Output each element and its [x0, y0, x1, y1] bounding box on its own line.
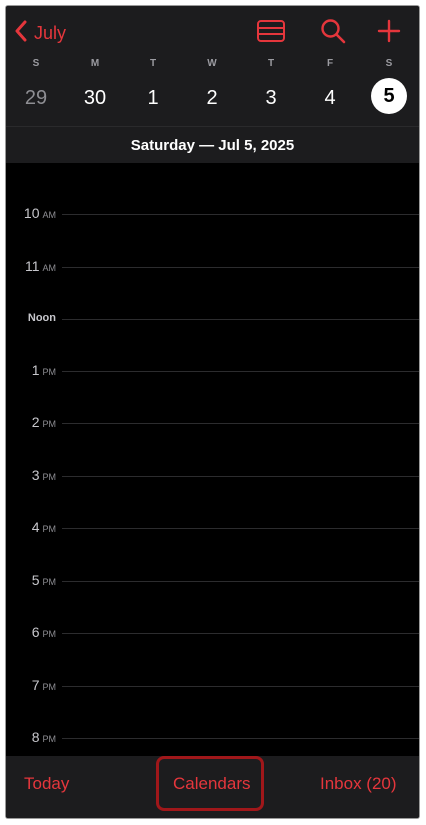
list-view-icon — [256, 19, 286, 48]
hour-row: 3 PM — [6, 467, 419, 487]
hour-row: 7 PM — [6, 677, 419, 697]
hour-label: 3 PM — [31, 467, 56, 483]
weekday-label: T — [149, 58, 157, 69]
hour-label: 7 PM — [31, 677, 56, 693]
inbox-button[interactable]: Inbox (20) — [320, 774, 397, 794]
hour-row: 4 PM — [6, 519, 419, 539]
hour-divider — [62, 371, 419, 372]
hour-divider — [62, 423, 419, 424]
hour-divider — [62, 528, 419, 529]
hour-label: 4 PM — [31, 519, 56, 535]
weekday-label: T — [267, 58, 275, 69]
weekday-label: S — [32, 58, 40, 69]
bottom-toolbar: Today Calendars Inbox (20) — [6, 756, 419, 818]
day-29[interactable]: 29 — [16, 78, 56, 118]
hour-label: 10 AM — [23, 205, 56, 221]
hour-divider — [62, 738, 419, 739]
hour-row: 5 PM — [6, 572, 419, 592]
weekday-label: S — [385, 58, 393, 69]
noon-label: Noon — [27, 312, 56, 324]
today-button[interactable]: Today — [24, 774, 69, 794]
hour-divider — [62, 633, 419, 634]
weekday-label: M — [90, 58, 100, 69]
weekday-label: F — [326, 58, 334, 69]
back-button-label: July — [34, 22, 67, 43]
day-30[interactable]: 30 — [75, 78, 115, 118]
hour-divider — [62, 476, 419, 477]
calendars-button[interactable]: Calendars — [173, 774, 251, 794]
plus-icon — [377, 19, 401, 48]
calendar-app-window: July S M T W T F S 29 30 1 2 3 4 5 Satur… — [6, 6, 419, 818]
chevron-left-icon — [14, 20, 28, 47]
weekday-label: W — [207, 58, 217, 69]
hour-row: 1 PM — [6, 362, 419, 382]
day-3[interactable]: 3 — [251, 78, 291, 118]
hour-label: 8 PM — [31, 729, 56, 745]
search-icon — [320, 18, 346, 49]
search-button[interactable] — [316, 16, 350, 50]
hour-divider — [62, 267, 419, 268]
hour-label: 11 AM — [24, 258, 56, 274]
hour-row: 2 PM — [6, 414, 419, 434]
day-5-selected[interactable]: 5 — [371, 78, 407, 114]
day-timeline[interactable]: 10 AM 11 AM Noon 1 PM 2 PM 3 PM 4 PM 5 PM — [6, 163, 419, 756]
calendar-header: July S M T W T F S 29 30 1 2 3 4 5 — [6, 6, 419, 126]
selected-date-title: Saturday — Jul 5, 2025 — [6, 126, 419, 163]
day-1[interactable]: 1 — [133, 78, 173, 118]
list-view-button[interactable] — [254, 16, 288, 50]
hour-divider — [62, 214, 419, 215]
hour-row: 8 PM — [6, 729, 419, 749]
hour-row: 11 AM — [6, 258, 419, 278]
hour-label: 2 PM — [31, 414, 56, 430]
day-2[interactable]: 2 — [192, 78, 232, 118]
hour-divider — [62, 581, 419, 582]
add-event-button[interactable] — [372, 16, 406, 50]
hour-divider — [62, 686, 419, 687]
hour-row: Noon — [6, 310, 419, 330]
hour-label: 1 PM — [31, 362, 56, 378]
hour-row: 6 PM — [6, 624, 419, 644]
day-4[interactable]: 4 — [310, 78, 350, 118]
hour-label: 5 PM — [31, 572, 56, 588]
hour-row: 10 AM — [6, 205, 419, 225]
back-button[interactable]: July — [14, 18, 66, 48]
hour-label: 6 PM — [31, 624, 56, 640]
hour-divider — [62, 319, 419, 320]
